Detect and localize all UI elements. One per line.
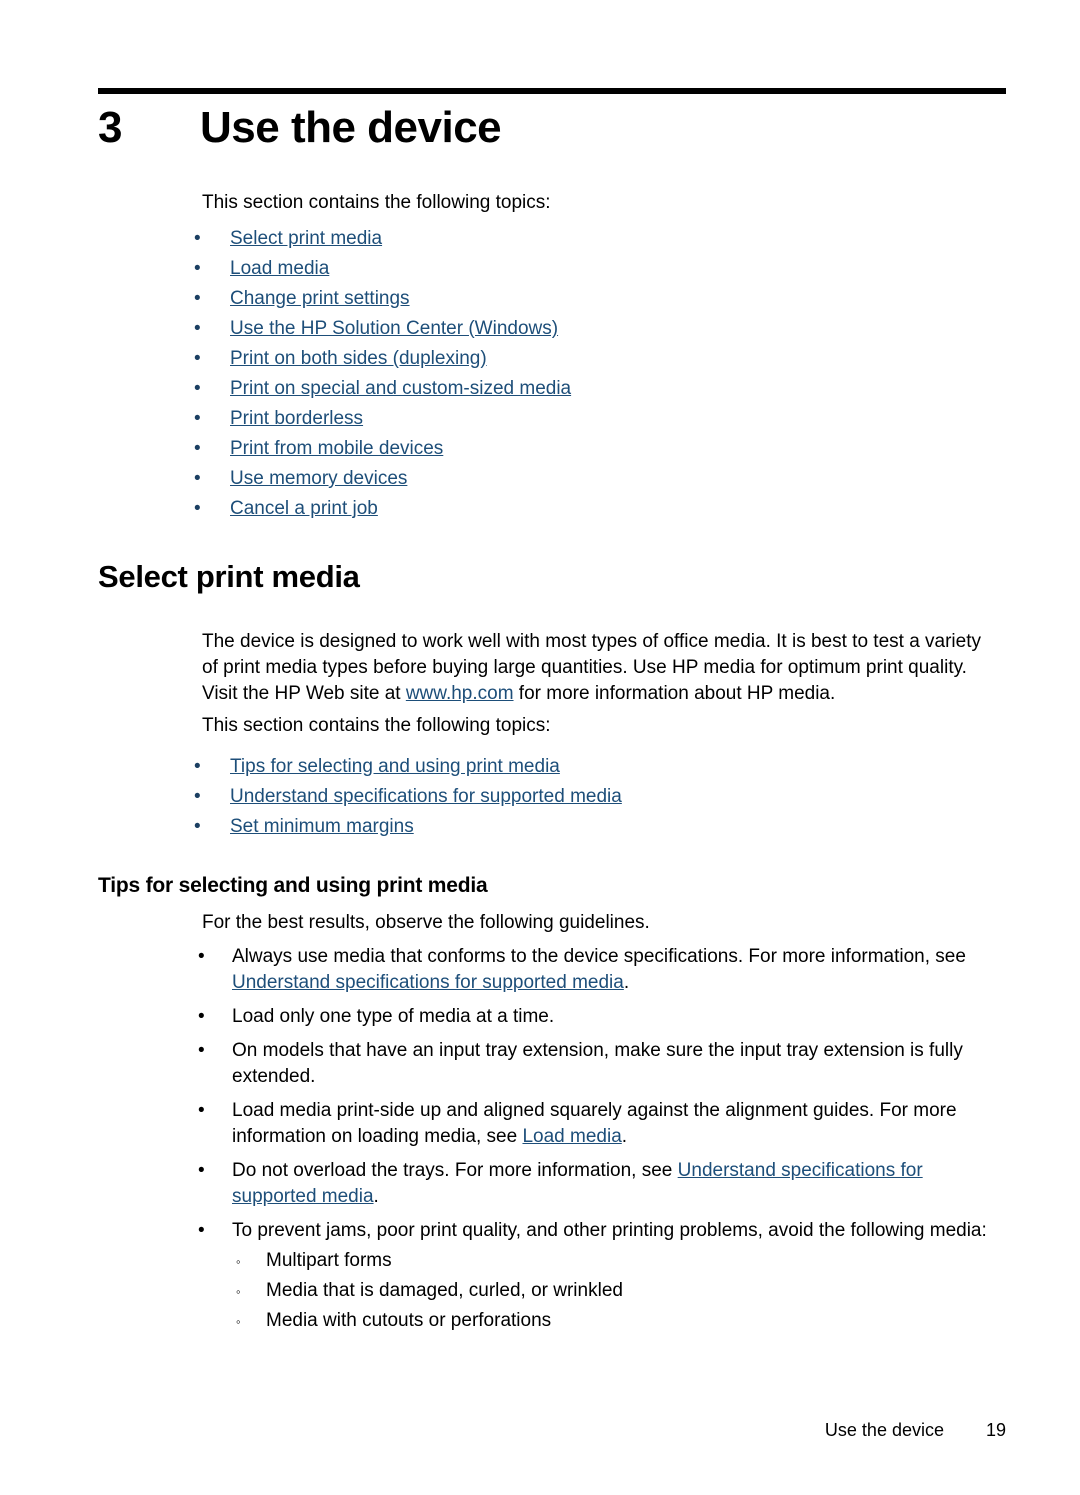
tips-bullet-list: • Always use media that conforms to the d… <box>196 944 1001 1344</box>
bullet-icon: • <box>194 228 201 249</box>
bullet-icon: • <box>198 1220 205 1241</box>
sublist-item: ◦ Multipart forms <box>232 1246 1001 1276</box>
sublist-item-text: Media that is damaged, curled, or wrinkl… <box>266 1280 623 1301</box>
list-item: • Load media print-side up and aligned sq… <box>196 1098 1001 1150</box>
list-item-text: Load only one type of media at a time. <box>232 1006 555 1027</box>
section-topics-lead: This section contains the following topi… <box>202 715 551 736</box>
inline-cross-reference-link-3[interactable]: Load media <box>522 1126 621 1147</box>
sublist-item: ◦ Media with cutouts or perforations <box>232 1306 1001 1336</box>
chapter-topics-list: • Select print media • Load media • Change pr… <box>194 224 571 524</box>
avoid-media-sublist: ◦ Multipart forms ◦ Media that is damaged, … <box>232 1246 1001 1336</box>
hp-website-link[interactable]: www.hp.com <box>406 683 514 704</box>
bullet-icon: • <box>194 348 201 369</box>
subsection-heading-tips: Tips for selecting and using print media <box>98 874 488 897</box>
list-item: • Use memory devices <box>194 464 571 494</box>
list-item: • Print on both sides (duplexing) <box>194 344 571 374</box>
paragraph-text-after-link: for more information about HP media. <box>513 683 836 704</box>
chapter-topic-link-3[interactable]: Use the HP Solution Center (Windows) <box>230 318 558 339</box>
list-item-text-tail: . <box>623 972 630 993</box>
bullet-icon: • <box>198 1006 205 1027</box>
list-item: • To prevent jams, poor print quality, an… <box>196 1218 1001 1336</box>
bullet-icon: • <box>194 378 201 399</box>
bullet-icon: • <box>194 408 201 429</box>
list-item: • Print borderless <box>194 404 571 434</box>
chapter-title: Use the device <box>200 103 502 152</box>
bullet-icon: • <box>194 498 201 519</box>
bullet-icon: • <box>198 1160 205 1181</box>
list-item: • Load media <box>194 254 571 284</box>
list-item: • Use the HP Solution Center (Windows) <box>194 314 571 344</box>
bullet-icon: • <box>198 946 205 967</box>
section-topic-link-0[interactable]: Tips for selecting and using print media <box>230 756 560 777</box>
list-item: • Print on special and custom-sized media <box>194 374 571 404</box>
chapter-topic-link-4[interactable]: Print on both sides (duplexing) <box>230 348 487 369</box>
chapter-topic-link-8[interactable]: Use memory devices <box>230 468 407 489</box>
chapter-topic-link-1[interactable]: Load media <box>230 258 329 279</box>
list-item-text: To prevent jams, poor print quality, and… <box>232 1220 987 1241</box>
list-item: • Always use media that conforms to the d… <box>196 944 1001 996</box>
sublist-item-text: Multipart forms <box>266 1250 392 1271</box>
section-heading-select-print-media: Select print media <box>98 559 360 594</box>
list-item: • Change print settings <box>194 284 571 314</box>
chapter-heading: 3 Use the device <box>98 100 1008 156</box>
chapter-topic-link-9[interactable]: Cancel a print job <box>230 498 378 519</box>
bullet-icon: • <box>194 288 201 309</box>
bullet-icon: • <box>194 438 201 459</box>
bullet-icon: • <box>198 1100 205 1121</box>
list-item-text: Do not overload the trays. For more info… <box>232 1160 678 1181</box>
bullet-icon: • <box>194 756 201 777</box>
list-item-text-tail: . <box>621 1126 628 1147</box>
bullet-icon: • <box>194 816 201 837</box>
chapter-topic-link-0[interactable]: Select print media <box>230 228 382 249</box>
hollow-bullet-icon: ◦ <box>236 1284 241 1299</box>
list-item: • Understand specifications for supported… <box>194 782 622 812</box>
sublist-item-text: Media with cutouts or perforations <box>266 1310 552 1331</box>
list-item: • On models that have an input tray exten… <box>196 1038 1001 1090</box>
inline-cross-reference-link-0[interactable]: Understand specifications for supported … <box>232 972 624 993</box>
list-item: • Cancel a print job <box>194 494 571 524</box>
list-item: • Set minimum margins <box>194 812 622 842</box>
bullet-icon: • <box>198 1040 205 1061</box>
select-print-media-paragraph: The device is designed to work well with… <box>202 629 997 707</box>
sublist-item: ◦ Media that is damaged, curled, or wrink… <box>232 1276 1001 1306</box>
intro-topics-lead: This section contains the following topi… <box>202 192 551 213</box>
footer-chapter-label: Use the device <box>824 1420 944 1440</box>
chapter-number: 3 <box>98 103 122 152</box>
list-item-text-tail: . <box>373 1186 379 1207</box>
list-item: • Do not overload the trays. For more inf… <box>196 1158 1001 1210</box>
list-item-text: On models that have an input tray extens… <box>232 1040 963 1087</box>
hollow-bullet-icon: ◦ <box>236 1254 241 1269</box>
list-item: • Tips for selecting and using print medi… <box>194 752 622 782</box>
chapter-divider-rule <box>98 88 1006 94</box>
chapter-topic-link-6[interactable]: Print borderless <box>230 408 363 429</box>
document-page: 3 Use the device This section contains t… <box>0 0 1080 1495</box>
section-topics-list: • Tips for selecting and using print medi… <box>194 752 622 842</box>
chapter-topic-link-2[interactable]: Change print settings <box>230 288 410 309</box>
page-footer: Use the device 19 <box>98 1418 1006 1442</box>
section-topic-link-2[interactable]: Set minimum margins <box>230 816 414 837</box>
bullet-icon: • <box>194 468 201 489</box>
footer-page-number: 19 <box>985 1420 1006 1440</box>
chapter-topic-link-5[interactable]: Print on special and custom-sized media <box>230 378 571 399</box>
chapter-topic-link-7[interactable]: Print from mobile devices <box>230 438 443 459</box>
tips-lead-text: For the best results, observe the follow… <box>202 912 650 933</box>
list-item: • Print from mobile devices <box>194 434 571 464</box>
bullet-icon: • <box>194 258 201 279</box>
bullet-icon: • <box>194 318 201 339</box>
list-item-text: Always use media that conforms to the de… <box>232 946 966 967</box>
list-item: • Select print media <box>194 224 571 254</box>
list-item: • Load only one type of media at a time. <box>196 1004 1001 1030</box>
hollow-bullet-icon: ◦ <box>236 1314 241 1329</box>
bullet-icon: • <box>194 786 201 807</box>
section-topic-link-1[interactable]: Understand specifications for supported … <box>230 786 622 807</box>
